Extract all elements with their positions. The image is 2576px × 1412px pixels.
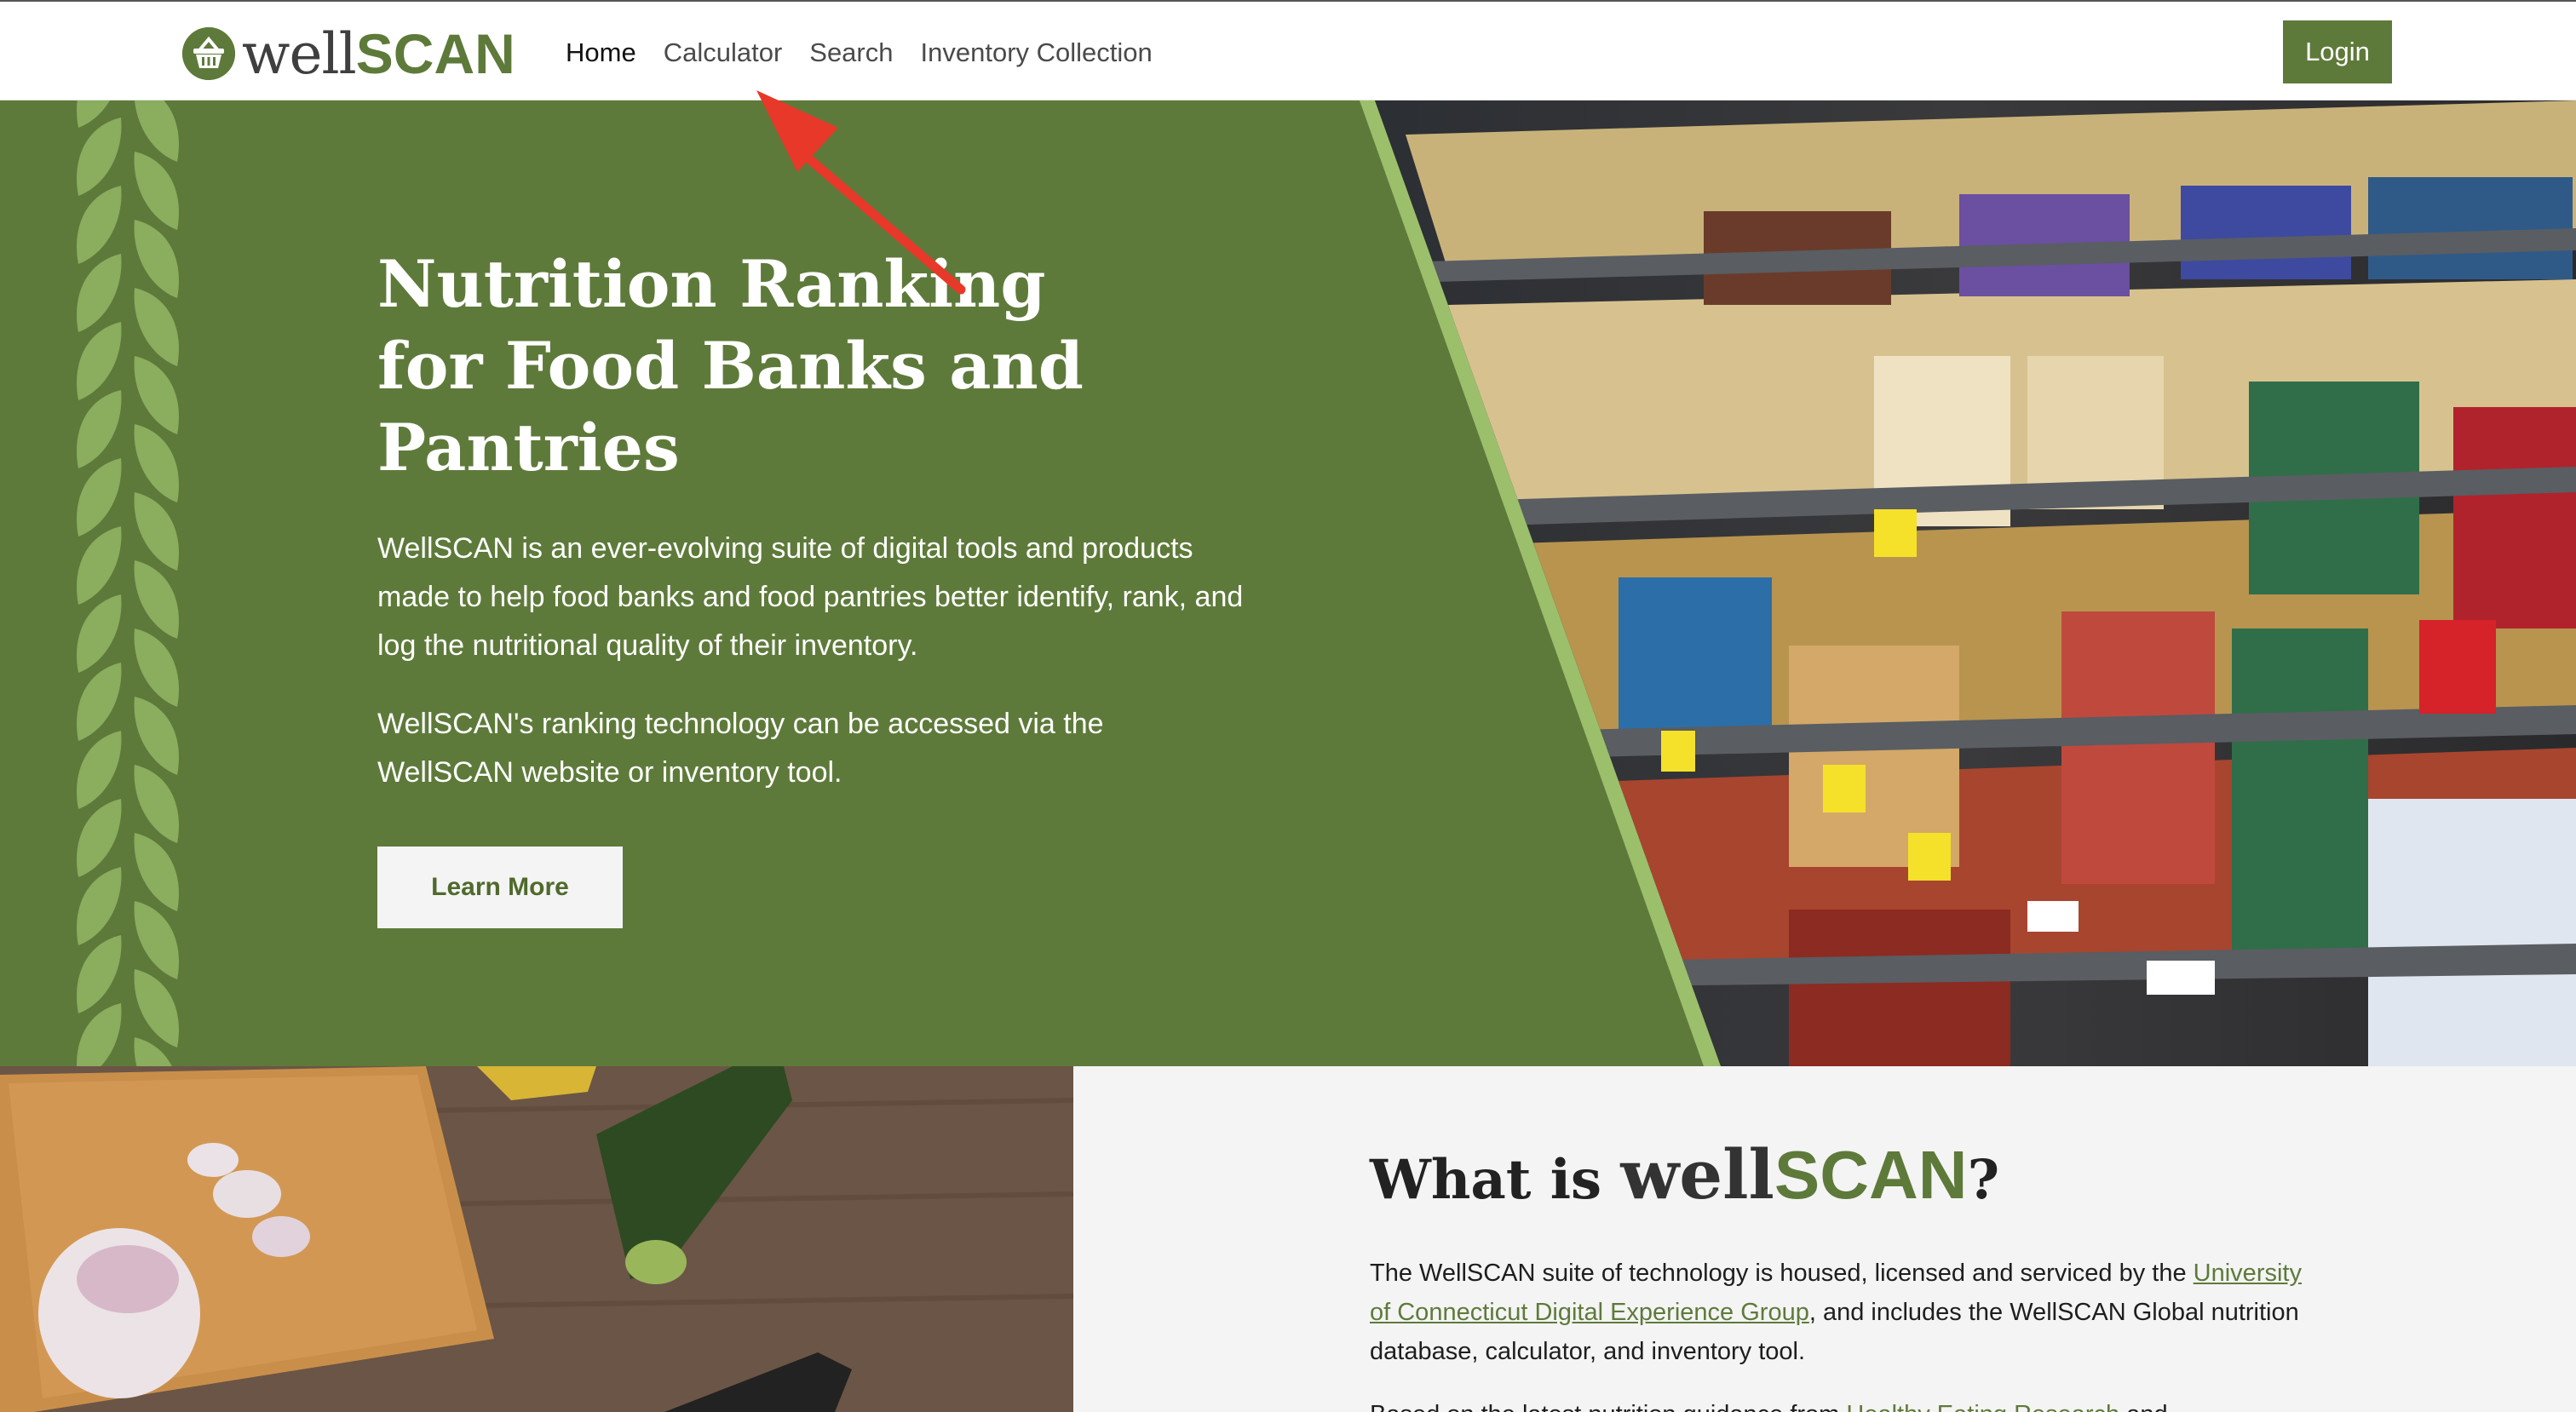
hero-title-bold: Nutrition Ranking [377, 246, 1046, 322]
logo-wordmark: wellSCAN [242, 24, 515, 84]
hero-title: Nutrition Ranking for Food Banks and Pan… [377, 244, 1144, 489]
nav-link-calculator[interactable]: Calculator [664, 34, 783, 72]
about-heading: What is wellSCAN? [1370, 1136, 1999, 1219]
about-section: What is wellSCAN? The WellSCAN suite of … [1073, 1066, 2576, 1412]
top-navbar: wellSCAN Home Calculator Search Inventor… [0, 0, 2576, 100]
about-heading-scan: SCAN [1774, 1137, 1968, 1213]
wellscan-logo[interactable]: wellSCAN [182, 24, 515, 83]
logo-word-scan: SCAN [355, 21, 515, 85]
about-p1-text-before: The WellSCAN suite of technology is hous… [1370, 1260, 2194, 1287]
basket-icon [182, 27, 235, 80]
about-p2-text-before: Based on the latest nutrition guidance f… [1370, 1401, 1846, 1412]
hero-title-line3: Pantries [377, 410, 680, 485]
about-paragraph-1: The WellSCAN suite of technology is hous… [1370, 1254, 2324, 1371]
about-p2-text-after: and [2119, 1401, 2167, 1412]
about-heading-suffix: ? [1967, 1148, 2000, 1212]
nav-link-inventory-collection[interactable]: Inventory Collection [921, 34, 1153, 72]
nav-link-search[interactable]: Search [809, 34, 893, 72]
learn-more-button[interactable]: Learn More [377, 847, 623, 928]
nav-link-home[interactable]: Home [566, 34, 636, 72]
main-nav: Home Calculator Search Inventory Collect… [566, 34, 1153, 72]
login-button[interactable]: Login [2283, 20, 2392, 83]
hero-title-line2: for Food Banks and [377, 328, 1084, 404]
about-heading-prefix: What is [1370, 1148, 1621, 1212]
about-heading-well: well [1620, 1134, 1774, 1214]
hero-section: Nutrition Ranking for Food Banks and Pan… [0, 100, 2576, 1066]
hero-paragraph-1: WellSCAN is an ever-evolving suite of di… [377, 532, 1244, 662]
logo-word-well: well [242, 20, 357, 87]
healthy-eating-research-link[interactable]: Healthy Eating Research [1846, 1401, 2119, 1412]
cutting-board-vegetables-photo [0, 1066, 1073, 1412]
about-paragraph-2: Based on the latest nutrition guidance f… [1370, 1395, 2324, 1412]
hero-paragraph-2: WellSCAN's ranking technology can be acc… [377, 708, 1104, 789]
